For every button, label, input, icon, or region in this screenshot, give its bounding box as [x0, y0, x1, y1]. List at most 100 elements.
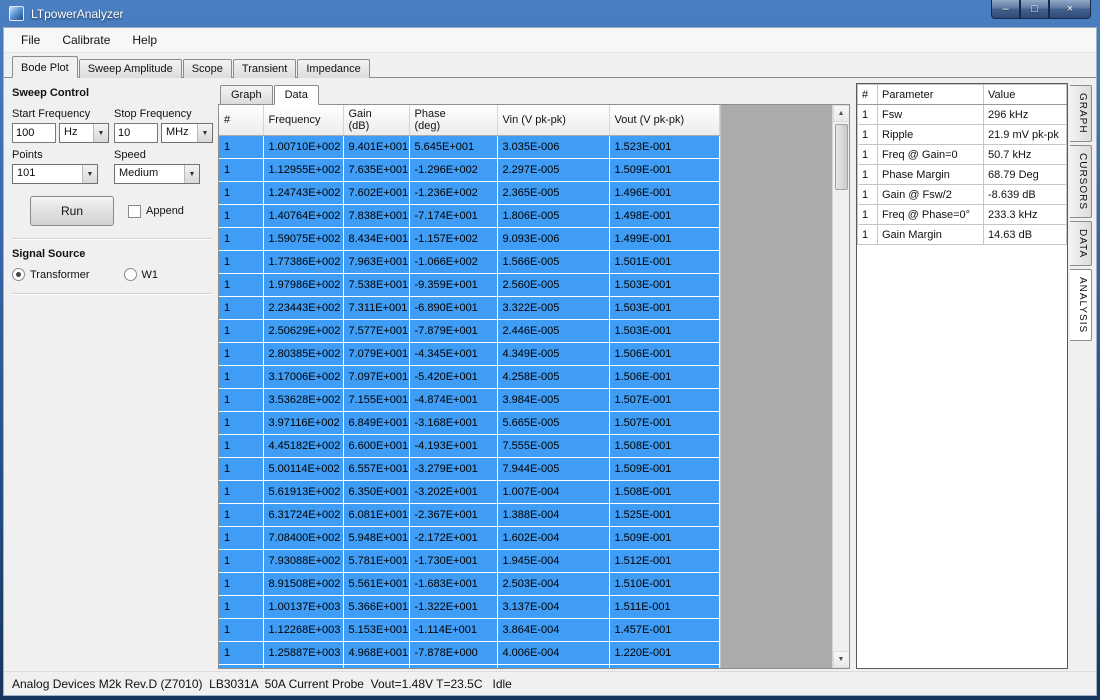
- table-row[interactable]: 11.00137E+0035.366E+001-1.322E+0013.137E…: [219, 595, 719, 618]
- table-cell[interactable]: 1.509E-001: [609, 526, 719, 549]
- tab-transient[interactable]: Transient: [233, 59, 296, 78]
- table-cell[interactable]: 1.509E-001: [609, 457, 719, 480]
- table-cell[interactable]: 3.984E-005: [497, 388, 609, 411]
- table-cell[interactable]: 5.645E+001: [409, 135, 497, 158]
- side-tab-data[interactable]: DATA: [1070, 221, 1092, 266]
- table-cell[interactable]: 2.503E-004: [497, 572, 609, 595]
- table-cell[interactable]: 1: [219, 135, 263, 158]
- table-cell[interactable]: 1: [219, 365, 263, 388]
- table-cell[interactable]: 6.31724E+002: [263, 503, 343, 526]
- table-cell[interactable]: 1.007E-004: [497, 480, 609, 503]
- table-cell[interactable]: 2.297E-005: [497, 158, 609, 181]
- table-cell[interactable]: 1.40764E+003: [263, 664, 343, 669]
- table-cell[interactable]: 7.08400E+002: [263, 526, 343, 549]
- table-cell[interactable]: 1: [219, 227, 263, 250]
- table-cell[interactable]: 6.849E+001: [343, 411, 409, 434]
- table-cell[interactable]: 1: [219, 411, 263, 434]
- table-cell[interactable]: 1.301E-001: [609, 664, 719, 669]
- table-cell[interactable]: 5.61913E+002: [263, 480, 343, 503]
- table-cell[interactable]: 1.602E-004: [497, 526, 609, 549]
- close-button[interactable]: ×: [1049, 0, 1091, 19]
- table-row[interactable]: 13.53628E+0027.155E+001-4.874E+0013.984E…: [219, 388, 719, 411]
- table-row[interactable]: 11.97986E+0027.538E+001-9.359E+0012.560E…: [219, 273, 719, 296]
- tab-impedance[interactable]: Impedance: [297, 59, 369, 78]
- table-cell[interactable]: 4.968E+001: [343, 641, 409, 664]
- table-cell[interactable]: 1.499E-001: [609, 227, 719, 250]
- table-cell[interactable]: 6.081E+001: [343, 503, 409, 526]
- table-cell[interactable]: 2.23443E+002: [263, 296, 343, 319]
- table-cell[interactable]: 8.91508E+002: [263, 572, 343, 595]
- table-cell[interactable]: 5.00114E+002: [263, 457, 343, 480]
- table-cell[interactable]: 4.258E-005: [497, 365, 609, 388]
- table-row[interactable]: 11.00710E+0029.401E+0015.645E+0013.035E-…: [219, 135, 719, 158]
- table-cell[interactable]: 1: [219, 181, 263, 204]
- table-cell[interactable]: -7.174E+001: [409, 204, 497, 227]
- table-cell[interactable]: -9.359E+001: [409, 273, 497, 296]
- table-cell[interactable]: 1.566E-005: [497, 250, 609, 273]
- table-cell[interactable]: 5.781E+001: [343, 549, 409, 572]
- table-row[interactable]: 11.77386E+0027.963E+001-1.066E+0021.566E…: [219, 250, 719, 273]
- table-cell[interactable]: 1.806E-005: [497, 204, 609, 227]
- table-cell[interactable]: 1.525E-001: [609, 503, 719, 526]
- table-cell[interactable]: 7.602E+001: [343, 181, 409, 204]
- table-cell[interactable]: 7.311E+001: [343, 296, 409, 319]
- side-tab-cursors[interactable]: CURSORS: [1070, 145, 1092, 218]
- menu-item-calibrate[interactable]: Calibrate: [51, 30, 121, 50]
- table-cell[interactable]: 1: [219, 319, 263, 342]
- vertical-scrollbar[interactable]: ▲ ▼: [832, 105, 849, 668]
- table-cell[interactable]: 3.322E-005: [497, 296, 609, 319]
- table-cell[interactable]: -4.345E+001: [409, 342, 497, 365]
- table-cell[interactable]: 1.388E-004: [497, 503, 609, 526]
- minimize-button[interactable]: –: [991, 0, 1020, 19]
- table-cell[interactable]: 1.498E-001: [609, 204, 719, 227]
- table-cell[interactable]: 8.434E+001: [343, 227, 409, 250]
- table-cell[interactable]: 7.538E+001: [343, 273, 409, 296]
- table-cell[interactable]: -2.172E+001: [409, 526, 497, 549]
- table-cell[interactable]: 7.097E+001: [343, 365, 409, 388]
- table-cell[interactable]: 1.503E-001: [609, 319, 719, 342]
- table-cell[interactable]: 1: [219, 457, 263, 480]
- table-cell[interactable]: 3.53628E+002: [263, 388, 343, 411]
- table-row[interactable]: 18.91508E+0025.561E+001-1.683E+0012.503E…: [219, 572, 719, 595]
- menu-item-help[interactable]: Help: [121, 30, 168, 50]
- table-cell[interactable]: 7.93088E+002: [263, 549, 343, 572]
- table-cell[interactable]: 1.508E-001: [609, 480, 719, 503]
- table-cell[interactable]: 9.401E+001: [343, 135, 409, 158]
- table-cell[interactable]: 4.349E-005: [497, 342, 609, 365]
- scroll-down-icon[interactable]: ▼: [833, 651, 850, 668]
- table-cell[interactable]: 1.503E-001: [609, 296, 719, 319]
- tab-sweep-amplitude[interactable]: Sweep Amplitude: [79, 59, 182, 78]
- table-cell[interactable]: 7.944E-005: [497, 457, 609, 480]
- table-cell[interactable]: 1.12268E+003: [263, 618, 343, 641]
- table-cell[interactable]: 1.523E-001: [609, 135, 719, 158]
- table-cell[interactable]: -1.236E+002: [409, 181, 497, 204]
- table-cell[interactable]: 3.864E-004: [497, 618, 609, 641]
- table-cell[interactable]: 5.665E-005: [497, 411, 609, 434]
- table-row[interactable]: 11.12268E+0035.153E+001-1.114E+0013.864E…: [219, 618, 719, 641]
- table-cell[interactable]: 1: [219, 526, 263, 549]
- table-cell[interactable]: 1: [219, 204, 263, 227]
- table-cell[interactable]: -6.890E+001: [409, 296, 497, 319]
- table-cell[interactable]: -4.335E+000: [409, 664, 497, 669]
- table-cell[interactable]: 1.506E-001: [609, 342, 719, 365]
- table-cell[interactable]: 2.50629E+002: [263, 319, 343, 342]
- table-cell[interactable]: 5.153E+001: [343, 618, 409, 641]
- start-frequency-unit-select[interactable]: Hz ▼: [59, 123, 109, 143]
- table-cell[interactable]: 1: [219, 388, 263, 411]
- table-cell[interactable]: 7.838E+001: [343, 204, 409, 227]
- table-cell[interactable]: -1.730E+001: [409, 549, 497, 572]
- table-cell[interactable]: 6.350E+001: [343, 480, 409, 503]
- table-cell[interactable]: 1.12955E+002: [263, 158, 343, 181]
- radio-transformer[interactable]: [12, 268, 25, 281]
- table-cell[interactable]: 4.45182E+002: [263, 434, 343, 457]
- table-cell[interactable]: 1: [219, 595, 263, 618]
- table-cell[interactable]: 7.555E-005: [497, 434, 609, 457]
- table-cell[interactable]: -3.279E+001: [409, 457, 497, 480]
- table-row[interactable]: 11.25887E+0034.968E+001-7.878E+0004.006E…: [219, 641, 719, 664]
- maximize-button[interactable]: □: [1020, 0, 1049, 19]
- table-cell[interactable]: 7.635E+001: [343, 158, 409, 181]
- table-cell[interactable]: -3.202E+001: [409, 480, 497, 503]
- table-cell[interactable]: 6.600E+001: [343, 434, 409, 457]
- side-tab-graph[interactable]: GRAPH: [1070, 85, 1092, 142]
- table-row[interactable]: 16.31724E+0026.081E+001-2.367E+0011.388E…: [219, 503, 719, 526]
